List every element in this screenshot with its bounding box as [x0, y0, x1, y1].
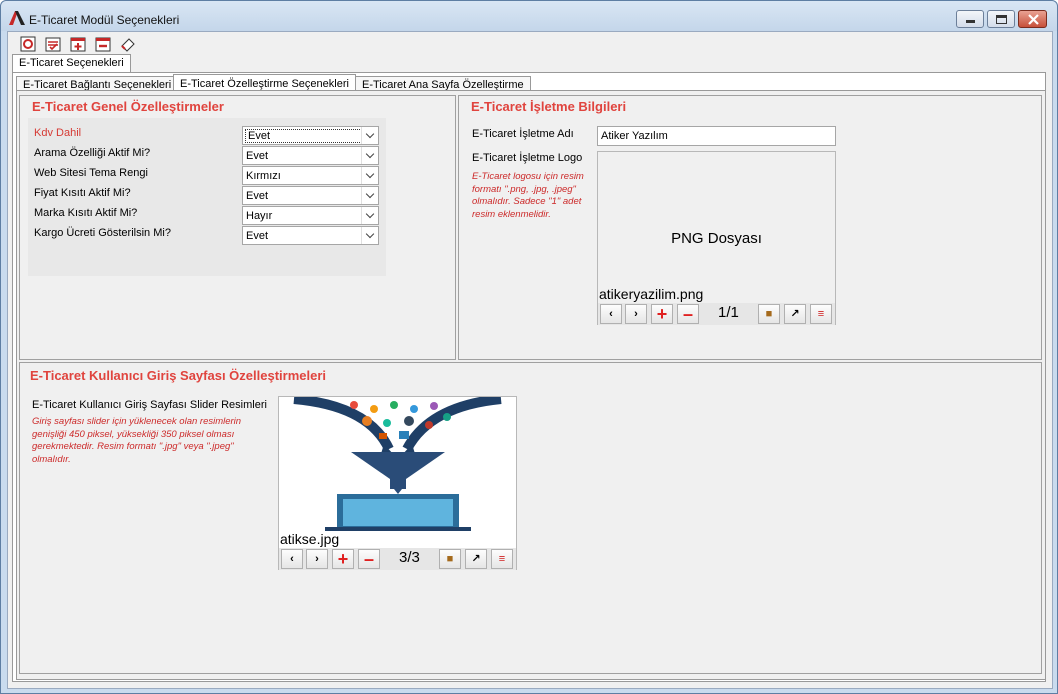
- input-value: Atiker Yazılım: [601, 130, 668, 142]
- price-filter-label: Fiyat Kısıtı Aktif Mi?: [34, 187, 131, 199]
- window-title: E-Ticaret Modül Seçenekleri: [29, 13, 180, 27]
- price-filter-select[interactable]: Evet: [242, 186, 379, 205]
- group-title: E-Ticaret İşletme Bilgileri: [471, 99, 627, 114]
- group-title: E-Ticaret Kullanıcı Giriş Sayfası Özelle…: [30, 368, 327, 383]
- settings-icon[interactable]: [20, 36, 36, 52]
- external-open-button[interactable]: ↗: [784, 304, 806, 324]
- next-button[interactable]: ›: [625, 304, 647, 324]
- add-image-button[interactable]: +: [332, 549, 354, 569]
- select-value: Evet: [246, 190, 269, 202]
- add-record-icon[interactable]: [70, 36, 86, 52]
- inner-tab-panel: E-Ticaret Genel Özelleştirmeler Kdv Dahi…: [16, 90, 1046, 680]
- minimize-button[interactable]: [956, 10, 984, 28]
- minus-icon: –: [682, 304, 693, 324]
- checklist-icon[interactable]: [45, 36, 61, 52]
- business-info-group: E-Ticaret İşletme Bilgileri E-Ticaret İş…: [458, 95, 1042, 360]
- remove-image-button[interactable]: –: [677, 304, 699, 324]
- select-value: Hayır: [246, 210, 273, 222]
- close-icon: [1028, 14, 1039, 25]
- prev-button[interactable]: ‹: [600, 304, 622, 324]
- plus-icon: +: [337, 549, 349, 569]
- client-area: E-Ticaret Seçenekleri E-Ticaret Bağlantı…: [7, 31, 1053, 689]
- general-settings-group: E-Ticaret Genel Özelleştirmeler Kdv Dahi…: [19, 95, 456, 360]
- logo-image-box[interactable]: PNG Dosyası atikeryazilim.png ‹ › + – 1/…: [597, 151, 836, 325]
- remove-record-icon[interactable]: [95, 36, 111, 52]
- app-logo-icon: [9, 11, 25, 25]
- group-title: E-Ticaret Genel Özelleştirmeler: [32, 99, 224, 114]
- logo-format-note: E-Ticaret logosu için resim formatı ".pn…: [472, 171, 584, 220]
- list-icon: ≡: [817, 308, 825, 320]
- theme-color-select[interactable]: Kırmızı: [242, 166, 379, 185]
- folder-open-icon: ■: [765, 308, 773, 320]
- select-value: Kırmızı: [246, 170, 281, 182]
- eraser-icon[interactable]: [120, 36, 136, 52]
- logo-placeholder-text: PNG Dosyası: [671, 230, 762, 247]
- kdv-label: Kdv Dahil: [34, 127, 82, 139]
- list-button[interactable]: ≡: [491, 549, 513, 569]
- tab-label: E-Ticaret Seçenekleri: [19, 57, 124, 69]
- chevron-left-icon: ‹: [290, 553, 294, 565]
- maximize-button[interactable]: [987, 10, 1015, 28]
- login-page-group: E-Ticaret Kullanıcı Giriş Sayfası Özelle…: [19, 362, 1042, 674]
- add-image-button[interactable]: +: [651, 304, 673, 324]
- search-feature-label: Arama Özelliği Aktif Mi?: [34, 147, 151, 159]
- tab-label: E-Ticaret Özelleştirme Seçenekleri: [180, 78, 349, 90]
- chevron-down-icon: [361, 207, 378, 224]
- remove-image-button[interactable]: –: [358, 549, 380, 569]
- kdv-select[interactable]: Evet: [242, 126, 379, 145]
- logo-counter: 1/1: [718, 304, 739, 321]
- brand-filter-select[interactable]: Hayır: [242, 206, 379, 225]
- maximize-icon: [996, 15, 1007, 24]
- shipping-fee-select[interactable]: Evet: [242, 226, 379, 245]
- chevron-down-icon: [361, 187, 378, 204]
- folder-open-icon: ■: [446, 553, 454, 565]
- minus-icon: –: [363, 549, 374, 569]
- slider-navigator: ‹ › + – 3/3 ■ ↗ ≡: [279, 548, 516, 570]
- chevron-right-icon: ›: [315, 553, 319, 565]
- external-link-icon: ↗: [471, 553, 481, 565]
- search-feature-select[interactable]: Evet: [242, 146, 379, 165]
- open-folder-button[interactable]: ■: [439, 549, 461, 569]
- external-link-icon: ↗: [790, 308, 800, 320]
- logo-navigator: ‹ › + – 1/1 ■ ↗ ≡: [598, 303, 835, 325]
- chevron-down-icon: [361, 167, 378, 184]
- list-icon: ≡: [498, 553, 506, 565]
- shipping-fee-label: Kargo Ücreti Gösterilsin Mi?: [34, 227, 171, 239]
- chevron-down-icon: [361, 127, 378, 144]
- chevron-left-icon: ‹: [609, 308, 613, 320]
- slider-image-box[interactable]: atikse.jpg ‹ › + – 3/3 ■ ↗ ≡: [278, 396, 517, 570]
- plus-icon: +: [656, 304, 668, 324]
- main-window: E-Ticaret Modül Seçenekleri E-Ticaret Se…: [0, 0, 1058, 694]
- business-name-input[interactable]: Atiker Yazılım: [597, 126, 836, 146]
- business-logo-label: E-Ticaret İşletme Logo: [472, 152, 583, 164]
- slider-images-label: E-Ticaret Kullanıcı Giriş Sayfası Slider…: [32, 399, 267, 411]
- slider-counter: 3/3: [399, 549, 420, 566]
- chevron-down-icon: [361, 227, 378, 244]
- list-button[interactable]: ≡: [810, 304, 832, 324]
- business-name-label: E-Ticaret İşletme Adı: [472, 128, 574, 140]
- tab-eticaret-secenekleri[interactable]: E-Ticaret Seçenekleri: [12, 54, 131, 72]
- select-value: Evet: [246, 230, 269, 242]
- minimize-icon: [966, 20, 975, 23]
- chevron-down-icon: [361, 147, 378, 164]
- funnel-laptop-image: [293, 397, 502, 531]
- brand-filter-label: Marka Kısıtı Aktif Mi?: [34, 207, 138, 219]
- open-folder-button[interactable]: ■: [758, 304, 780, 324]
- logo-filename: atikeryazilim.png: [599, 286, 704, 302]
- select-value: Evet: [246, 150, 269, 162]
- title-bar: E-Ticaret Modül Seçenekleri: [1, 1, 1057, 31]
- prev-button[interactable]: ‹: [281, 549, 303, 569]
- select-value: Evet: [245, 129, 362, 143]
- external-open-button[interactable]: ↗: [465, 549, 487, 569]
- chevron-right-icon: ›: [634, 308, 638, 320]
- close-button[interactable]: [1018, 10, 1047, 28]
- slider-filename: atikse.jpg: [280, 531, 340, 547]
- next-button[interactable]: ›: [306, 549, 328, 569]
- theme-color-label: Web Sitesi Tema Rengi: [34, 167, 148, 179]
- slider-format-note: Giriş sayfası slider için yüklenecek ola…: [32, 416, 242, 465]
